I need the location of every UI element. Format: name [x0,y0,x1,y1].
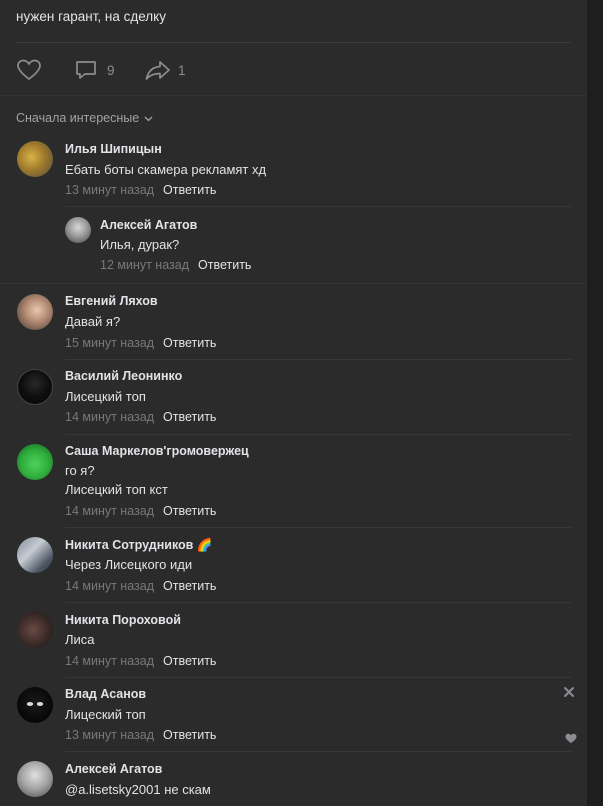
post-panel: нужен гарант, на сделку 9 1 Сначала инте… [0,0,587,806]
comment-meta: 14 минут назад Ответить [65,579,216,593]
reply-button[interactable]: Ответить [163,336,216,350]
shares-count: 1 [178,62,186,78]
comment-text: Давай я? [65,314,121,329]
comment-time[interactable]: 14 минут назад [65,504,154,518]
avatar[interactable] [17,444,53,480]
comment-meta: 12 минут назад Ответить [100,258,251,272]
comments-button[interactable]: 9 [74,56,115,84]
chevron-down-icon [144,111,153,125]
heart-icon[interactable] [565,731,577,749]
comment-author[interactable]: Саша Маркелов'громовержец [65,444,249,458]
comment-meta: 14 минут назад Ответить [65,654,216,668]
avatar[interactable] [17,612,53,648]
share-icon [144,58,172,82]
comment-divider [65,527,571,528]
avatar[interactable] [17,687,53,723]
reply-button[interactable]: Ответить [163,654,216,668]
like-button[interactable] [16,56,42,84]
comment-author[interactable]: Влад Асанов [65,687,146,701]
scrollbar[interactable] [587,0,603,806]
heart-icon [16,58,42,82]
comment-time[interactable]: 13 минут назад [65,183,154,197]
comment-divider [65,602,571,603]
comment-divider [65,359,571,360]
comment-text: Лицеский топ [65,707,146,722]
comment-text: Илья, дурак? [100,237,180,252]
reply-button[interactable]: Ответить [163,183,216,197]
comment-text: Через Лисецкого иди [65,557,193,572]
post-text: нужен гарант, на сделку [16,9,166,24]
sort-dropdown[interactable]: Сначала интересные [16,111,153,125]
comment-time[interactable]: 14 минут назад [65,654,154,668]
sort-label: Сначала интересные [16,111,140,125]
comment-meta: 14 минут назад Ответить [65,504,216,518]
comment-divider [0,283,587,284]
avatar[interactable] [17,369,53,405]
comment-author[interactable]: Евгений Ляхов [65,294,158,308]
comments-count: 9 [107,62,115,78]
comment-author[interactable]: Василий Леонинко [65,369,182,383]
reply-button[interactable]: Ответить [163,579,216,593]
comment-text: Ебать боты скамера рекламят хд [65,162,267,177]
comment-divider [65,434,571,435]
comment-divider [65,677,571,678]
comment-author[interactable]: Никита Сотрудников 🌈 [65,538,212,553]
close-icon[interactable] [563,685,575,703]
comment-meta: 13 минут назад Ответить [65,728,216,742]
comment-author[interactable]: Никита Пороховой [65,613,181,627]
post-divider [16,42,571,43]
avatar[interactable] [17,761,53,797]
comment-meta: 14 минут назад Ответить [65,410,216,424]
comment-meta: 15 минут назад Ответить [65,336,216,350]
comment-text: Лисецкий топ [65,389,146,404]
avatar[interactable] [65,217,91,243]
comment-author[interactable]: Илья Шипицын [65,142,162,156]
comment-time[interactable]: 14 минут назад [65,410,154,424]
reply-button[interactable]: Ответить [163,410,216,424]
comment-meta: 13 минут назад Ответить [65,183,216,197]
comment-text: Лиса [65,632,95,647]
comment-icon [74,58,98,82]
reply-button[interactable]: Ответить [163,728,216,742]
comment-text: Лисецкий топ кст [65,482,168,497]
comment-divider [65,751,571,752]
comment-text: @a.lisetsky2001 не скам [65,782,211,797]
share-button[interactable]: 1 [144,56,186,84]
reply-button[interactable]: Ответить [163,504,216,518]
avatar[interactable] [17,294,53,330]
avatar[interactable] [17,537,53,573]
comment-time[interactable]: 14 минут назад [65,579,154,593]
section-divider [0,95,587,96]
avatar[interactable] [17,141,53,177]
comment-author[interactable]: Алексей Агатов [65,762,162,776]
reply-button[interactable]: Ответить [198,258,251,272]
comment-text: го я? [65,463,95,478]
comment-author[interactable]: Алексей Агатов [100,218,197,232]
comment-time[interactable]: 12 минут назад [100,258,189,272]
comment-time[interactable]: 15 минут назад [65,336,154,350]
comment-time[interactable]: 13 минут назад [65,728,154,742]
comment-divider [65,206,571,207]
